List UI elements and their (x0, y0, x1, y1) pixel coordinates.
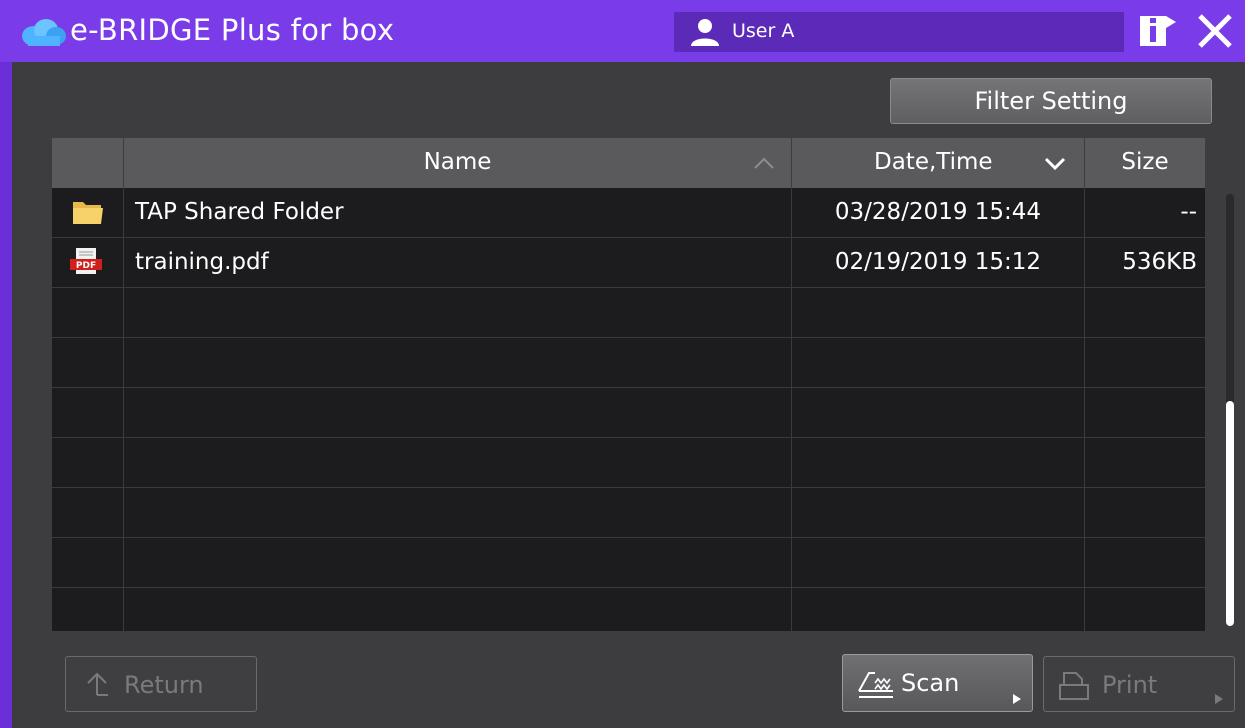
row-size-cell (1085, 588, 1205, 631)
pdf-file-icon: PDF (70, 248, 102, 274)
row-icon-cell (52, 488, 124, 537)
print-button[interactable]: Print (1043, 656, 1235, 712)
table-row[interactable]: PDF training.pdf 02/19/2019 15:12 536KB (52, 238, 1205, 288)
table-row (52, 388, 1205, 438)
row-icon-cell (52, 338, 124, 387)
info-icon[interactable] (1136, 10, 1180, 52)
print-icon (1059, 672, 1089, 700)
scan-label: Scan (901, 669, 960, 697)
sort-ascending-icon (754, 157, 774, 169)
row-size-cell (1085, 338, 1205, 387)
table-row[interactable]: TAP Shared Folder 03/28/2019 15:44 -- (52, 188, 1205, 238)
row-date-cell (792, 538, 1085, 587)
close-icon[interactable] (1192, 10, 1238, 52)
app-window: e-BRIDGE Plus for box User A Filter Sett… (0, 0, 1245, 728)
app-title: e-BRIDGE Plus for box (70, 13, 395, 47)
file-table: Name Date,Time Size TAP Shared Folder 03/… (52, 138, 1205, 631)
size-column-header[interactable]: Size (1085, 138, 1205, 188)
row-icon-cell: PDF (52, 238, 124, 287)
row-name-cell (124, 538, 792, 587)
date-column-label: Date,Time (874, 149, 993, 175)
row-size-cell: 536KB (1122, 249, 1197, 275)
row-date-cell (792, 288, 1085, 337)
return-label: Return (124, 671, 204, 699)
row-icon-cell (52, 538, 124, 587)
user-name: User A (732, 20, 795, 42)
table-row (52, 588, 1205, 631)
row-name-cell (124, 338, 792, 387)
row-icon-cell (52, 438, 124, 487)
icon-column-header (52, 138, 124, 188)
user-box: User A (674, 12, 1124, 52)
print-label: Print (1102, 671, 1158, 699)
expand-triangle-icon (1013, 694, 1021, 704)
row-date-cell (792, 388, 1085, 437)
title-bar: e-BRIDGE Plus for box User A (0, 0, 1245, 62)
row-size-cell (1085, 438, 1205, 487)
row-name-cell (124, 288, 792, 337)
row-size-cell (1085, 488, 1205, 537)
row-name-cell (124, 588, 792, 631)
row-date-cell: 03/28/2019 15:44 (792, 188, 1085, 237)
row-date-cell (792, 588, 1085, 631)
row-size-cell (1085, 538, 1205, 587)
table-row (52, 438, 1205, 488)
table-row (52, 338, 1205, 388)
row-size-cell: -- (1180, 199, 1197, 225)
row-icon-cell (52, 188, 124, 237)
cloud-icon (22, 19, 66, 46)
row-name-cell (124, 488, 792, 537)
expand-triangle-icon (1215, 694, 1223, 704)
date-column-header[interactable]: Date,Time (792, 138, 1085, 188)
scrollbar-thumb[interactable] (1226, 401, 1234, 626)
table-row (52, 288, 1205, 338)
row-date-cell: 02/19/2019 15:12 (792, 238, 1085, 287)
row-name-cell: TAP Shared Folder (124, 188, 792, 237)
table-row (52, 488, 1205, 538)
table-header: Name Date,Time Size (52, 138, 1205, 188)
svg-text:PDF: PDF (76, 261, 96, 271)
row-name-cell (124, 388, 792, 437)
table-row (52, 538, 1205, 588)
row-name-cell: training.pdf (124, 238, 792, 287)
scrollbar[interactable] (1226, 194, 1234, 626)
row-icon-cell (52, 388, 124, 437)
row-date-cell (792, 338, 1085, 387)
scan-icon (858, 672, 893, 698)
row-name-cell (124, 438, 792, 487)
row-icon-cell (52, 288, 124, 337)
return-button[interactable]: Return (65, 656, 257, 712)
row-icon-cell (52, 588, 124, 631)
row-date-cell (792, 438, 1085, 487)
row-size-cell (1085, 388, 1205, 437)
row-size-cell (1085, 288, 1205, 337)
sort-descending-icon (1044, 157, 1066, 171)
folder-icon (73, 202, 103, 224)
return-arrow-icon (87, 672, 108, 696)
row-date-cell (792, 488, 1085, 537)
user-icon (691, 19, 719, 46)
name-column-label: Name (423, 149, 492, 175)
name-column-header[interactable]: Name (124, 138, 792, 188)
scan-button[interactable]: Scan (842, 654, 1033, 712)
filter-setting-button[interactable]: Filter Setting (890, 78, 1212, 124)
